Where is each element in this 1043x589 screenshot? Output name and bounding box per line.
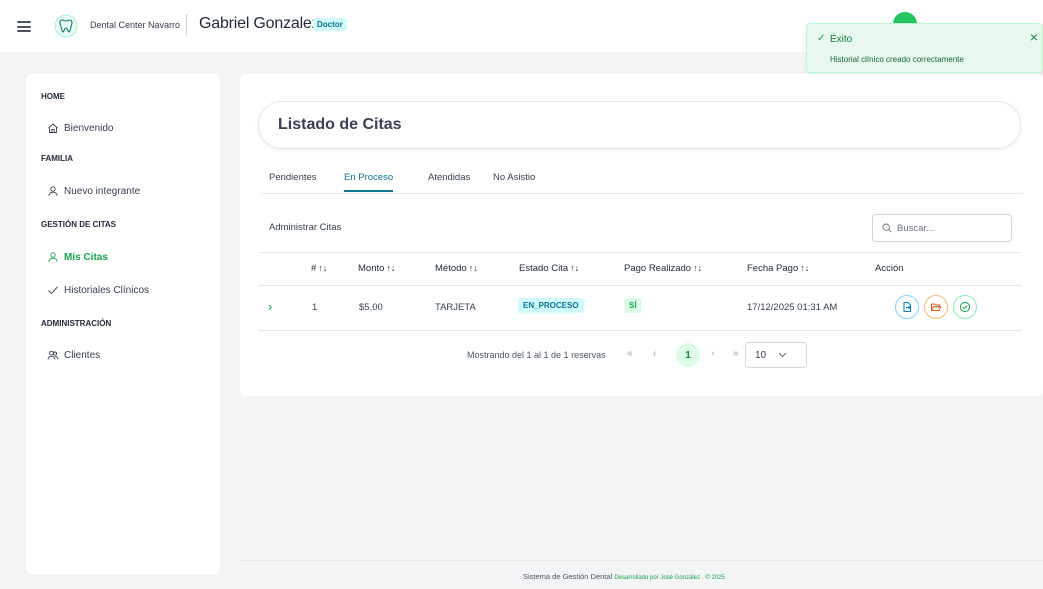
page-title: Listado de Citas [278, 116, 402, 133]
check-icon [48, 286, 58, 295]
sidebar-item-nuevo-integrante[interactable]: Nuevo integrante [47, 185, 140, 197]
tab-en-proceso[interactable]: En Proceso [344, 172, 394, 192]
search-box[interactable] [872, 214, 1012, 242]
cell-monto: $5.00 [359, 302, 383, 313]
column-header-number[interactable]: # ↑↓ [311, 263, 327, 274]
footer: Sistema de Gestión Dental Desarrollado p… [240, 560, 1043, 589]
rows-per-page-value: 10 [755, 349, 767, 361]
first-page-button[interactable]: « [627, 348, 633, 359]
cell-fecha-pago: 17/12/2025 01:31 AM [747, 302, 838, 313]
sidebar-section-gestion-citas: GESTIÓN DE CITAS [41, 220, 116, 229]
sidebar-section-home: HOME [41, 92, 65, 101]
users-icon [47, 350, 59, 360]
tab-atendidas[interactable]: Atendidas [428, 172, 470, 190]
role-badge: Doctor [313, 18, 347, 31]
tab-pendientes[interactable]: Pendientes [269, 172, 317, 190]
sidebar-section-administracion: ADMINISTRACIÓN [41, 319, 112, 328]
cell-number: 1 [312, 302, 318, 313]
home-icon [48, 123, 58, 133]
success-toast: ✓ Éxito Historial clínico creado correct… [806, 23, 1043, 73]
tooth-logo-icon [54, 14, 78, 38]
user-icon [48, 252, 58, 262]
open-folder-button[interactable] [924, 295, 948, 319]
clinic-name: Dental Center Navarro [90, 20, 181, 30]
toast-title: Éxito [830, 34, 853, 45]
footer-brand: Desarrollado por José González · © 2025 [614, 575, 725, 581]
tabs: Pendientes En Proceso Atendidas No Asist… [261, 172, 1023, 194]
column-header-accion: Acción [875, 263, 904, 274]
payment-badge: SÍ [624, 298, 642, 313]
folder-open-icon [931, 303, 942, 311]
column-header-monto[interactable]: Monto ↑↓ [358, 263, 395, 274]
check-icon: ✓ [817, 33, 826, 44]
last-page-button[interactable]: » [733, 348, 739, 359]
pagination-info: Mostrando del 1 al 1 de 1 reservas [467, 350, 606, 360]
chevron-down-icon [778, 352, 787, 358]
user-name: Gabriel Gonzalez [199, 15, 320, 32]
search-icon [882, 223, 892, 233]
sidebar-item-label: Nuevo integrante [64, 185, 141, 197]
cell-metodo: TARJETA [435, 302, 476, 313]
column-header-metodo[interactable]: Método ↑↓ [435, 263, 478, 274]
table-row: › 1 $5.00 TARJETA EN_PROCESO SÍ 17/12/20… [258, 286, 1022, 331]
sidebar: HOME Bienvenido FAMILIA Nuevo integrante… [26, 74, 220, 574]
column-header-estado-cita[interactable]: Estado Cita ↑↓ [519, 263, 579, 274]
title-card: Listado de Citas [258, 101, 1021, 149]
column-header-pago-realizado[interactable]: Pago Realizado ↑↓ [624, 263, 702, 274]
table-header: # ↑↓ Monto ↑↓ Método ↑↓ Estado Cita ↑↓ Pago … [258, 252, 1022, 286]
sidebar-section-familia: FAMILIA [41, 154, 73, 163]
sidebar-item-label: Historiales Clínicos [64, 284, 150, 296]
sidebar-item-clientes[interactable]: Clientes [47, 349, 100, 361]
sidebar-item-label: Bienvenido [64, 122, 114, 134]
header-divider [186, 14, 187, 36]
section-label: Administrar Citas [269, 222, 342, 233]
sidebar-item-mis-citas[interactable]: Mis Citas [47, 251, 108, 263]
footer-text: Sistema de Gestión Dental Desarrollado p… [523, 572, 725, 581]
status-badge: EN_PROCESO [518, 298, 584, 313]
export-button[interactable] [895, 295, 919, 319]
tab-no-asistio[interactable]: No Asistio [493, 172, 535, 190]
main-card: Listado de Citas Pendientes En Proceso A… [240, 74, 1043, 396]
user-icon [48, 186, 58, 196]
chevron-right-icon[interactable]: › [268, 299, 272, 314]
next-page-button[interactable]: › [711, 348, 714, 359]
column-header-fecha-pago[interactable]: Fecha Pago ↑↓ [747, 263, 809, 274]
close-icon[interactable]: × [1030, 30, 1038, 44]
search-input[interactable] [897, 222, 997, 234]
file-export-icon [903, 302, 911, 312]
menu-icon[interactable] [17, 21, 31, 32]
pagination: Mostrando del 1 al 1 de 1 reservas « ‹ 1… [240, 342, 1043, 368]
check-circle-icon [959, 301, 971, 313]
page-1-button[interactable]: 1 [676, 343, 700, 367]
rows-per-page-select[interactable]: 10 [745, 342, 807, 368]
sidebar-item-label: Mis Citas [64, 251, 108, 263]
sidebar-item-bienvenido[interactable]: Bienvenido [47, 122, 113, 134]
prev-page-button[interactable]: ‹ [653, 348, 656, 359]
sidebar-item-label: Clientes [64, 349, 101, 361]
toast-message: Historial clínico creado correctamente [830, 55, 964, 64]
complete-button[interactable] [953, 295, 977, 319]
sidebar-item-historiales-clinicos[interactable]: Historiales Clínicos [47, 284, 149, 296]
